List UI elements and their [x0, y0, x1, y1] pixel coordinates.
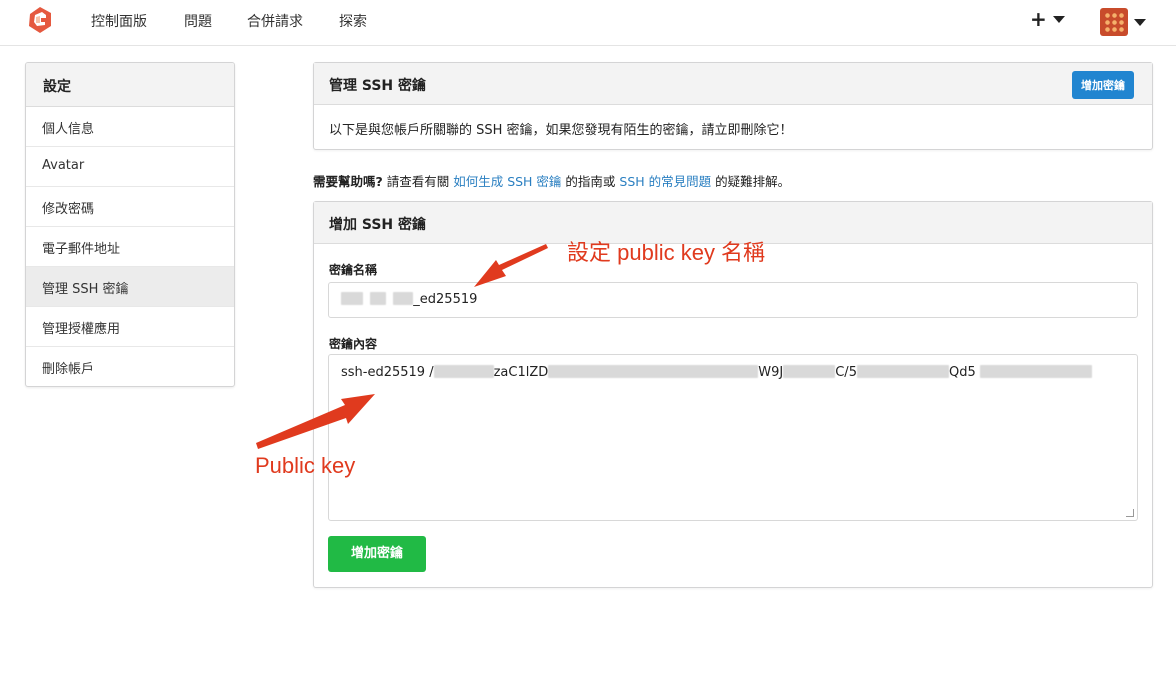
public-key-annotation: Public key [255, 453, 356, 478]
annotation-arrows [256, 244, 548, 449]
arrow-icon [256, 394, 375, 449]
key-name-annotation: 設定 public key 名稱 [567, 240, 766, 265]
arrow-icon [474, 244, 548, 287]
